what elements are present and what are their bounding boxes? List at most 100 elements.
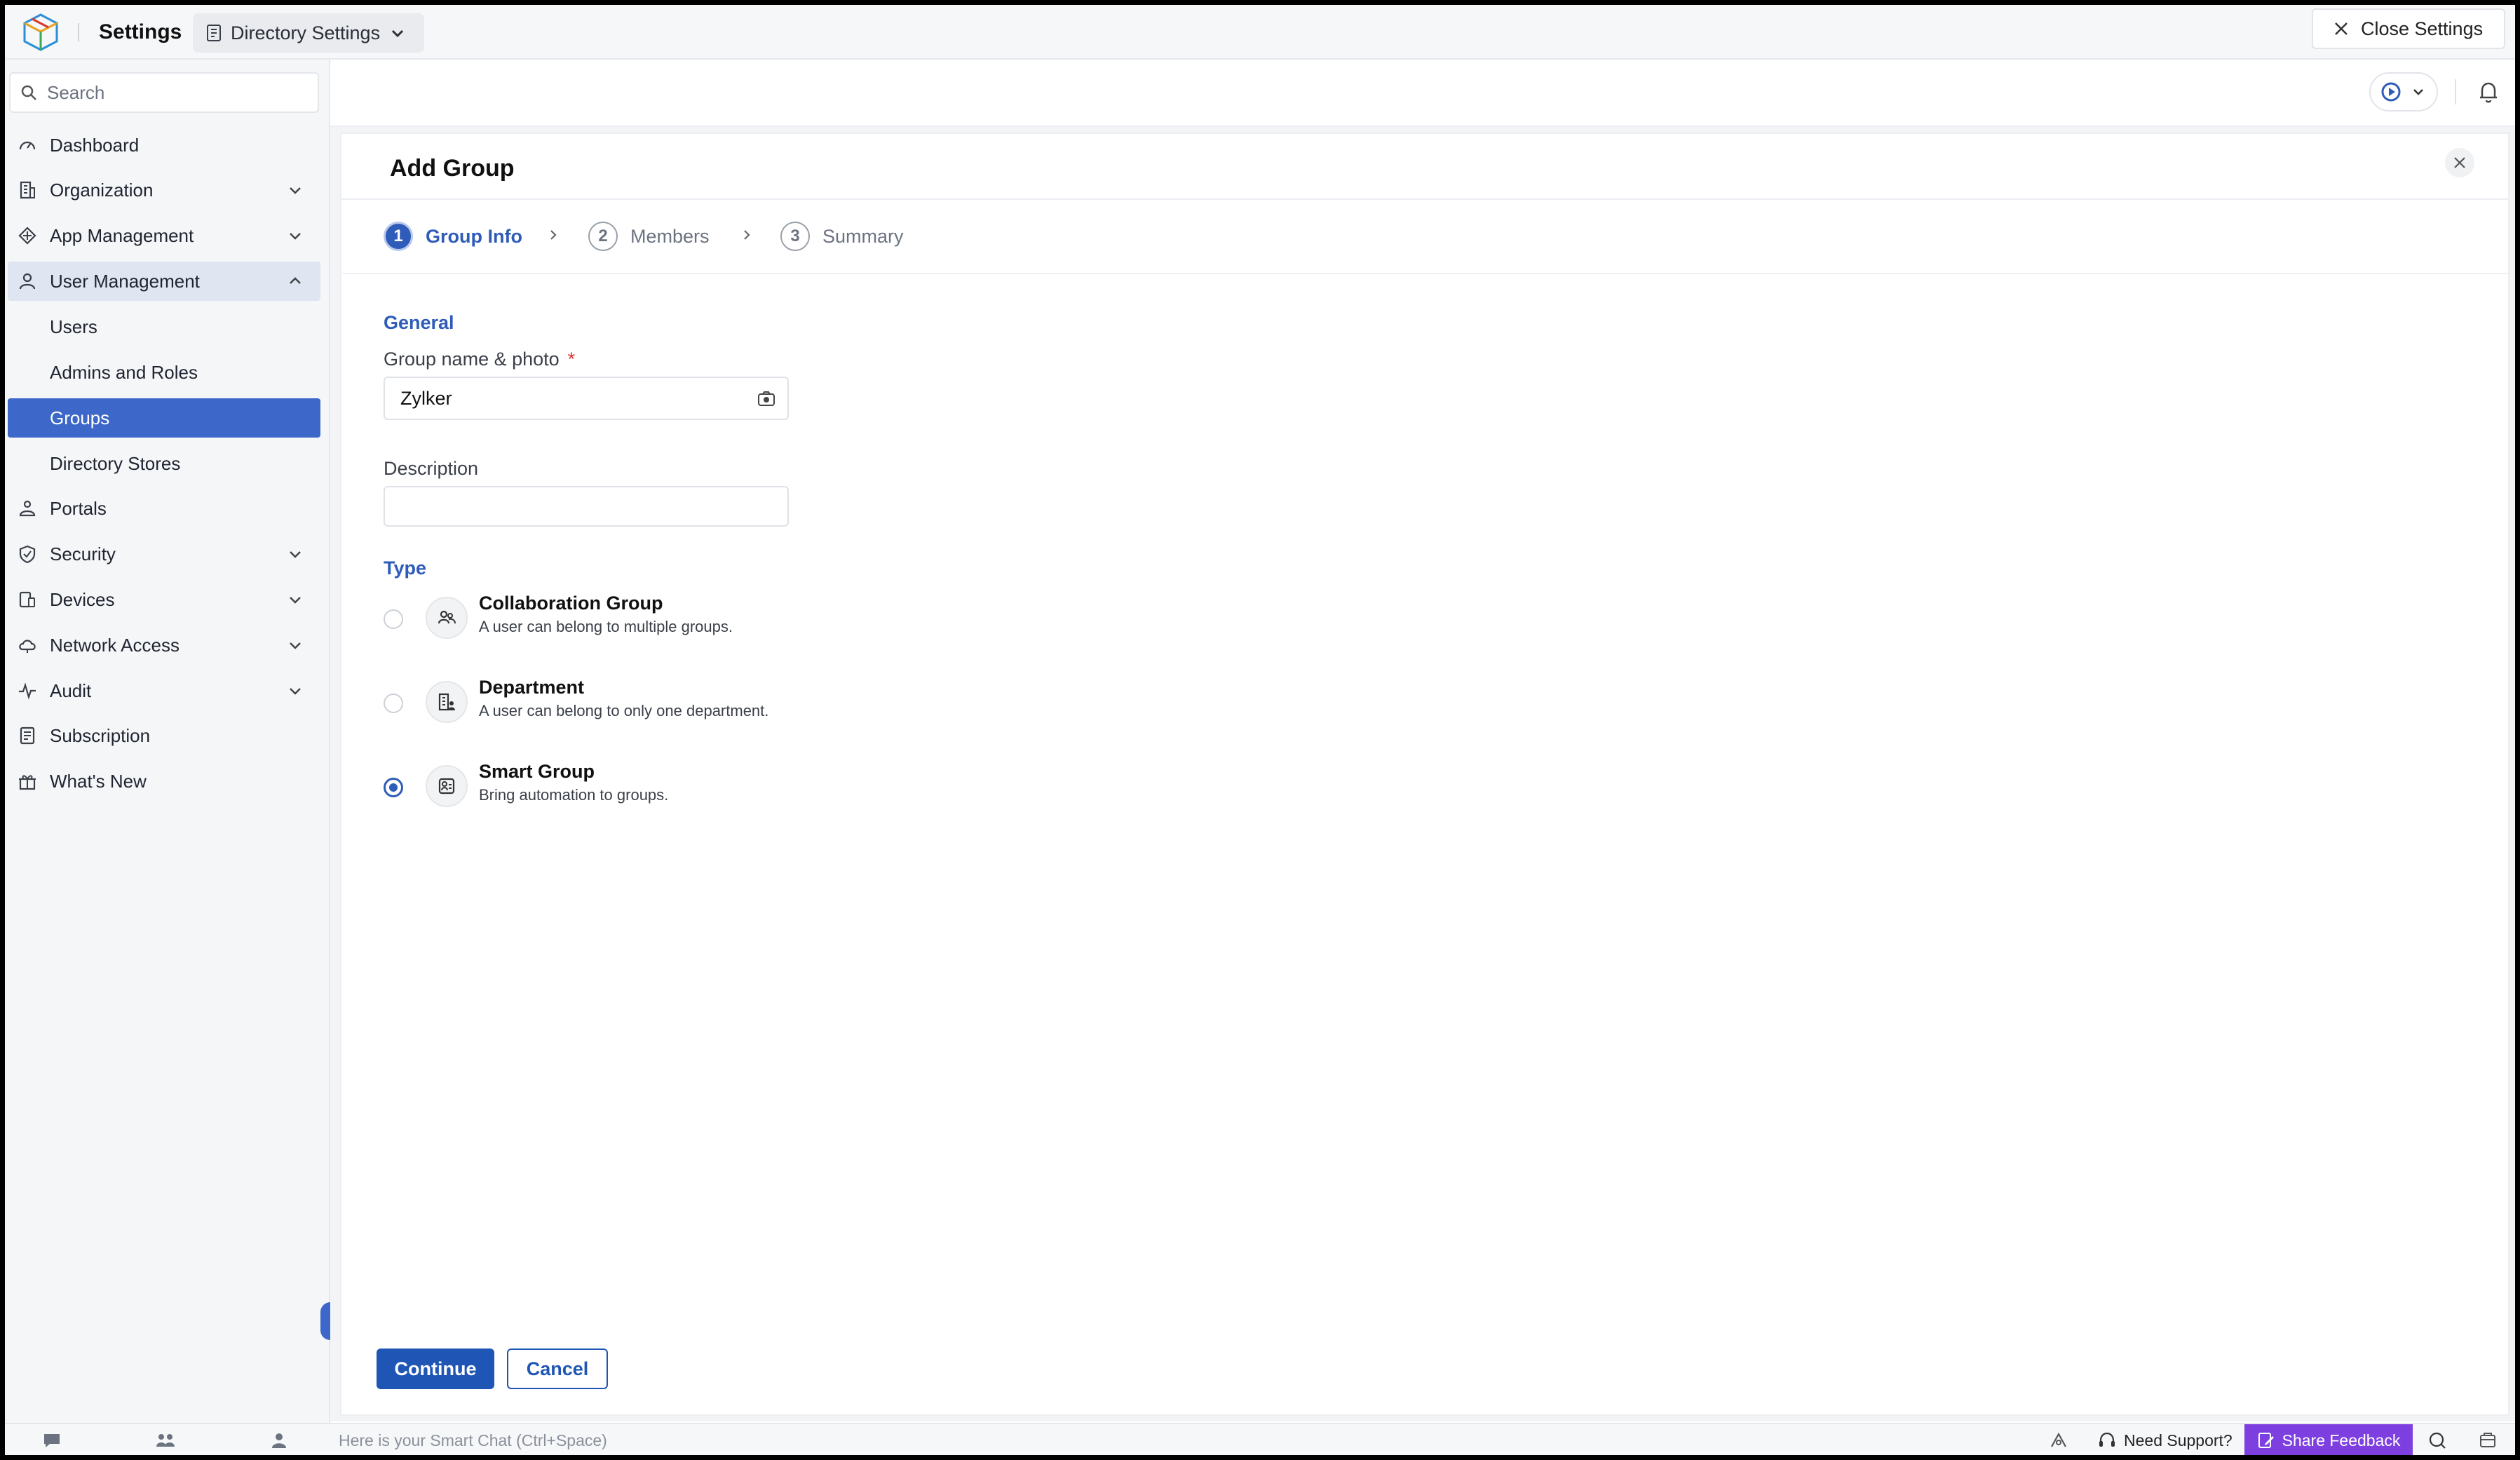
chevron-right-icon: [744, 230, 750, 240]
group-name-value: Zylker: [400, 387, 452, 409]
zia-search-icon[interactable]: [2427, 1430, 2448, 1451]
header-divider: [2455, 79, 2456, 104]
need-support-label: Need Support?: [2124, 1431, 2233, 1449]
sidebar-collapse-handle[interactable]: [320, 1302, 330, 1340]
description-field[interactable]: [384, 486, 789, 527]
directory-settings-dropdown[interactable]: Directory Settings: [193, 13, 424, 53]
type-name: Collaboration Group: [479, 593, 663, 614]
chevron-up-icon: [290, 277, 301, 284]
type-heading: Type: [384, 557, 427, 579]
camera-icon[interactable]: [757, 389, 776, 409]
receipt-icon: [20, 726, 35, 745]
channels-icon[interactable]: [155, 1430, 176, 1451]
content-header: [330, 60, 2515, 127]
notification-bell-icon[interactable]: [2476, 79, 2501, 104]
type-option-department[interactable]: Department A user can belong to only one…: [382, 677, 873, 740]
directory-icon: [207, 25, 221, 41]
sidebar-item-label: Network Access: [50, 634, 179, 656]
people-icon: [438, 610, 456, 624]
step-members[interactable]: 2 Members: [588, 219, 710, 253]
close-settings-button[interactable]: Close Settings: [2312, 8, 2505, 49]
share-feedback-button[interactable]: Share Feedback: [2244, 1424, 2413, 1455]
type-name: Smart Group: [479, 761, 595, 782]
type-description: A user can belong to multiple groups.: [479, 618, 733, 635]
radio-button[interactable]: [384, 609, 403, 629]
chevron-down-icon: [392, 29, 404, 38]
type-name: Department: [479, 677, 585, 698]
sidebar-item-audit[interactable]: Audit: [8, 671, 320, 710]
description-label: Description: [384, 458, 479, 479]
group-name-field[interactable]: Zylker: [384, 377, 789, 420]
search-icon: [21, 85, 36, 100]
chevron-down-icon: [290, 233, 301, 240]
sidebar-item-app-management[interactable]: App Management: [8, 216, 320, 255]
chevron-down-icon: [290, 642, 301, 649]
sidebar-item-label: Subscription: [50, 724, 151, 746]
user-icon: [19, 273, 36, 290]
type-option-collaboration-group[interactable]: Collaboration Group A user can belong to…: [382, 593, 873, 656]
step-label: Members: [630, 225, 710, 247]
step-group-info[interactable]: 1 Group Info: [384, 219, 522, 253]
continue-button[interactable]: Continue: [377, 1349, 494, 1389]
sidebar-item-portals[interactable]: Portals: [8, 489, 320, 528]
smart-chat-input[interactable]: Here is your Smart Chat (Ctrl+Space): [339, 1431, 607, 1450]
radio-button[interactable]: [384, 694, 403, 713]
sidebar-item-subscription[interactable]: Subscription: [8, 716, 320, 755]
sidebar-item-directory-stores[interactable]: Directory Stores: [8, 444, 320, 483]
cancel-button[interactable]: Cancel: [507, 1349, 608, 1389]
portals-icon: [19, 500, 36, 517]
gift-icon: [19, 775, 36, 790]
group-name-label-text: Group name & photo: [384, 349, 560, 370]
sidebar-item-label: Devices: [50, 588, 115, 610]
sidebar-item-user-management[interactable]: User Management: [8, 262, 320, 301]
bottom-bar: Here is your Smart Chat (Ctrl+Space) Nee…: [5, 1423, 2515, 1455]
top-bar: Settings Directory Settings Close Settin…: [5, 5, 2515, 60]
step-summary[interactable]: 3 Summary: [780, 219, 904, 253]
sidebar-item-label: Admins and Roles: [50, 361, 198, 383]
sidebar-item-label: Dashboard: [50, 134, 140, 156]
divider: [341, 198, 2508, 200]
department-icon: [438, 693, 455, 711]
step-number: 3: [780, 222, 810, 251]
dialog-close-button[interactable]: [2445, 148, 2474, 177]
chevron-down-icon: [290, 187, 301, 194]
assistant-icon[interactable]: [2048, 1430, 2069, 1451]
contacts-icon[interactable]: [269, 1430, 290, 1451]
app-management-icon: [18, 227, 36, 245]
type-option-smart-group[interactable]: Smart Group Bring automation to groups.: [382, 761, 873, 824]
sidebar-item-whats-new[interactable]: What's New: [8, 762, 320, 801]
sidebar-item-network-access[interactable]: Network Access: [8, 626, 320, 665]
sidebar-item-label: App Management: [50, 224, 194, 246]
chevron-down-icon: [2413, 89, 2423, 95]
sidebar-item-users[interactable]: Users: [8, 307, 320, 346]
sidebar: Search Dashboard Organization App Manage…: [5, 60, 330, 1424]
divider: [341, 273, 2508, 274]
step-number: 2: [588, 222, 618, 251]
search-input[interactable]: Search: [9, 72, 319, 113]
sidebar-item-dashboard[interactable]: Dashboard: [8, 126, 320, 165]
player-menu-button[interactable]: [2369, 72, 2438, 111]
cloud-icon: [19, 640, 36, 653]
type-icon-tile: [426, 765, 468, 807]
dialog-title: Add Group: [390, 155, 515, 182]
sidebar-item-devices[interactable]: Devices: [8, 580, 320, 619]
sidebar-item-organization[interactable]: Organization: [8, 170, 320, 210]
chevron-down-icon: [290, 551, 301, 558]
need-support-button[interactable]: Need Support?: [2097, 1427, 2233, 1454]
chevron-right-icon: [550, 230, 557, 240]
headset-icon: [2099, 1432, 2115, 1447]
apps-icon[interactable]: [2477, 1430, 2498, 1451]
close-icon: [2454, 157, 2465, 168]
sidebar-item-security[interactable]: Security: [8, 534, 320, 574]
sidebar-item-groups[interactable]: Groups: [8, 398, 320, 438]
sidebar-item-label: Groups: [50, 407, 110, 428]
dashboard-icon: [19, 141, 36, 150]
sidebar-item-admins-and-roles[interactable]: Admins and Roles: [8, 353, 320, 392]
chat-icon[interactable]: [41, 1430, 62, 1451]
sidebar-item-label: Audit: [50, 680, 92, 701]
type-icon-tile: [426, 597, 468, 639]
close-settings-label: Close Settings: [2361, 18, 2484, 39]
radio-button-selected[interactable]: [384, 778, 403, 797]
sidebar-item-label: Organization: [50, 179, 154, 201]
type-description: Bring automation to groups.: [479, 786, 669, 804]
